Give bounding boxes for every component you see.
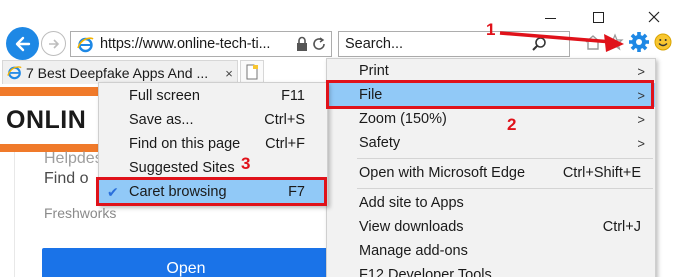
annotation-step-2: 2 — [507, 115, 517, 134]
annotation-step-3: 3 — [241, 154, 251, 173]
annotation-step-1: 1 — [486, 20, 496, 39]
annotation-arrow — [499, 31, 624, 52]
